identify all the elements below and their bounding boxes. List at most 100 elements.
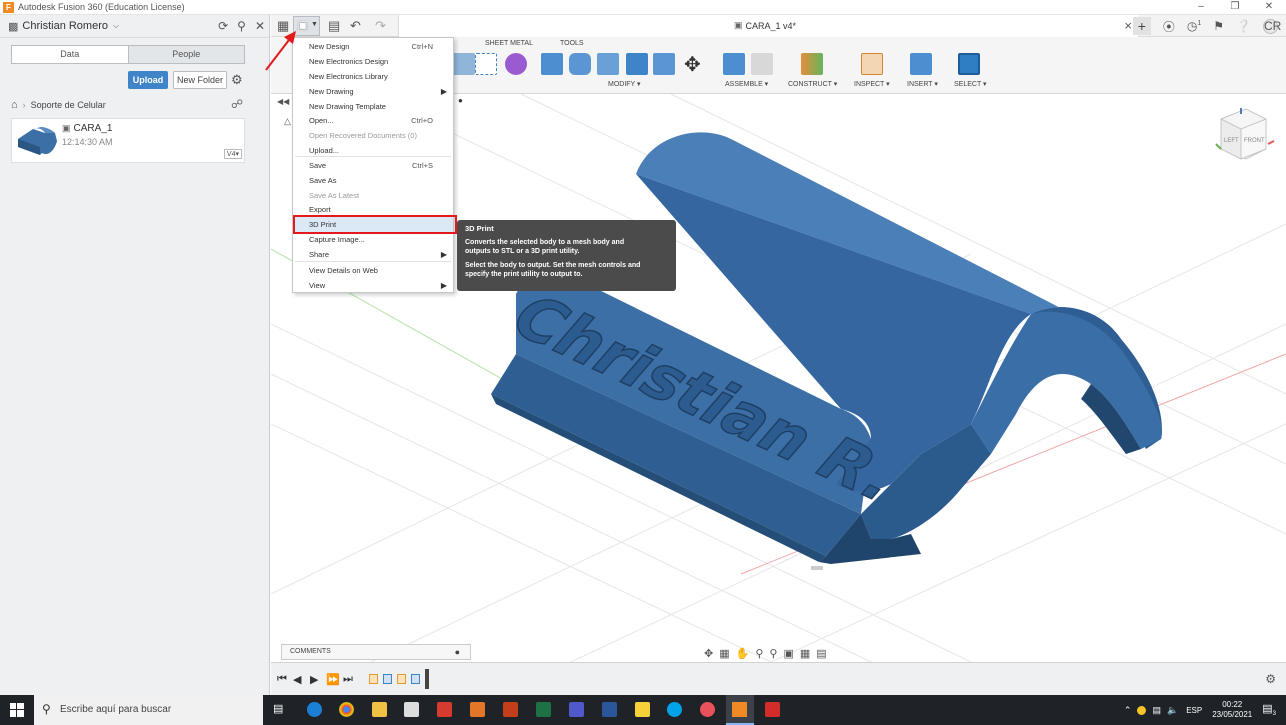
help-icon[interactable]: ❔: [1236, 19, 1251, 33]
sticky-notes-icon[interactable]: [635, 702, 650, 717]
move-icon[interactable]: ✥: [684, 52, 701, 77]
taskbar-clock[interactable]: 00:22 23/05/2021: [1212, 700, 1252, 720]
group-inspect[interactable]: INSPECT ▾: [854, 80, 890, 88]
version-dropdown[interactable]: V4▾: [223, 149, 242, 159]
language-indicator[interactable]: ESP: [1186, 706, 1202, 715]
menu-item-open[interactable]: Open... Ctrl+O: [293, 113, 453, 128]
group-insert[interactable]: INSERT ▾: [907, 80, 938, 88]
menu-item-open-recovered[interactable]: Open Recovered Documents (0): [293, 128, 453, 143]
menu-item-view[interactable]: View ▶: [293, 278, 453, 293]
group-construct[interactable]: CONSTRUCT ▾: [788, 80, 837, 88]
user-hub-dropdown[interactable]: Christian Romero: [22, 20, 108, 32]
extensions-icon[interactable]: ⦿: [1163, 18, 1175, 35]
redo-icon[interactable]: ↷: [375, 18, 386, 34]
viewcube-front-label[interactable]: FRONT: [1244, 138, 1265, 144]
tray-chevron-up-icon[interactable]: ⌃: [1124, 705, 1132, 716]
share-project-icon[interactable]: ☍: [231, 97, 243, 111]
menu-item-new-drawing-template[interactable]: New Drawing Template: [293, 99, 453, 114]
go-to-start-icon[interactable]: ⏮: [277, 673, 287, 686]
notification-center-icon[interactable]: ▤3: [1262, 702, 1276, 717]
select-box-icon[interactable]: [475, 53, 497, 75]
job-status-icon[interactable]: ◷1: [1187, 19, 1201, 33]
comments-panel[interactable]: COMMENTS ●: [281, 644, 471, 660]
tab-sheet-metal[interactable]: SHEET METAL: [485, 40, 533, 47]
excel-icon[interactable]: [536, 702, 551, 717]
press-pull-icon[interactable]: [541, 53, 563, 75]
powerpoint-icon[interactable]: [503, 702, 518, 717]
pan-icon[interactable]: ✋: [736, 647, 750, 660]
menu-item-view-details-web[interactable]: View Details on Web: [293, 263, 453, 278]
minimize-button[interactable]: –: [1184, 0, 1218, 15]
save-icon[interactable]: ▤: [328, 18, 340, 34]
word-icon[interactable]: [602, 702, 617, 717]
viewports-icon[interactable]: ▤: [816, 647, 826, 660]
fillet-icon[interactable]: [569, 53, 591, 75]
step-back-icon[interactable]: ◀: [293, 673, 301, 686]
windows-start-icon[interactable]: [10, 703, 24, 717]
menu-item-new-design[interactable]: New Design Ctrl+N: [293, 39, 453, 54]
viewcube[interactable]: LEFT FRONT: [1215, 108, 1275, 160]
new-component-icon[interactable]: [723, 53, 745, 75]
collapse-browser-icon[interactable]: ◀◀: [277, 97, 289, 106]
grid-settings-icon[interactable]: ▦: [800, 647, 810, 660]
browser-app-icon[interactable]: [700, 702, 715, 717]
go-to-end-icon[interactable]: ⏭: [343, 673, 353, 686]
combine-icon[interactable]: [505, 53, 527, 75]
shell-icon[interactable]: [626, 53, 648, 75]
menu-item-capture-image[interactable]: Capture Image...: [293, 232, 453, 247]
breadcrumb-project[interactable]: Soporte de Celular: [31, 100, 106, 110]
chamfer-icon[interactable]: [597, 53, 619, 75]
notifications-bell-icon[interactable]: ⚑: [1213, 19, 1224, 33]
media-player-icon[interactable]: [470, 702, 485, 717]
viewcube-left-label[interactable]: LEFT: [1224, 138, 1239, 144]
teams-icon[interactable]: [569, 702, 584, 717]
offset-plane-icon[interactable]: [801, 53, 823, 75]
gear-icon[interactable]: ⚙: [231, 72, 243, 88]
chevron-down-icon[interactable]: ⌵: [113, 21, 119, 31]
timeline-feature-sketch[interactable]: [397, 674, 406, 684]
scale-icon[interactable]: [653, 53, 675, 75]
close-window-button[interactable]: ✕: [1252, 0, 1286, 15]
fusion-taskbar-button[interactable]: [726, 695, 754, 725]
step-forward-icon[interactable]: ⏩: [326, 673, 340, 686]
menu-item-new-electronics-library[interactable]: New Electronics Library: [293, 69, 453, 84]
model-body[interactable]: Christian R.: [491, 132, 1162, 564]
avatar[interactable]: CR: [1263, 18, 1281, 34]
search-icon[interactable]: ⚲: [237, 19, 246, 33]
timeline-feature-extrude[interactable]: [383, 674, 392, 684]
group-assemble[interactable]: ASSEMBLE ▾: [725, 80, 768, 88]
tab-tools[interactable]: TOOLS: [560, 40, 584, 47]
file-card[interactable]: ▣ CARA_1 12:14:30 AM V4▾: [11, 118, 245, 163]
timeline-settings-gear-icon[interactable]: ⚙: [1265, 672, 1276, 686]
store-icon[interactable]: [404, 702, 419, 717]
upload-button[interactable]: Upload: [128, 71, 168, 89]
group-modify[interactable]: MODIFY ▾: [608, 80, 641, 88]
timeline-feature-extrude[interactable]: [411, 674, 420, 684]
edge-icon[interactable]: [307, 702, 322, 717]
new-tab-button[interactable]: +: [1132, 17, 1151, 35]
timeline-marker[interactable]: [425, 669, 429, 689]
tab-data[interactable]: Data: [12, 46, 129, 63]
browser-pin-icon[interactable]: ●: [458, 96, 463, 105]
home-icon[interactable]: ⌂: [11, 99, 18, 111]
add-comment-icon[interactable]: ●: [455, 645, 460, 659]
play-icon[interactable]: ▶: [310, 673, 318, 686]
close-tab-icon[interactable]: ×: [1124, 18, 1132, 33]
restore-button[interactable]: ❐: [1218, 0, 1252, 15]
task-view-icon[interactable]: ▤: [273, 702, 288, 717]
look-at-icon[interactable]: ▦: [719, 647, 729, 660]
select-icon[interactable]: [958, 53, 980, 75]
joint-icon[interactable]: [751, 53, 773, 75]
menu-item-save[interactable]: Save Ctrl+S: [293, 158, 453, 173]
document-tab[interactable]: ▣ CARA_1 v4* ×: [398, 15, 1138, 37]
refresh-icon[interactable]: ⟳: [218, 19, 228, 33]
menu-item-save-as[interactable]: Save As: [293, 173, 453, 188]
tray-app-icon[interactable]: [1137, 705, 1147, 715]
camera-app-icon[interactable]: [667, 702, 682, 717]
undo-icon[interactable]: ↶: [350, 18, 361, 34]
new-folder-button[interactable]: New Folder: [173, 71, 227, 89]
menu-item-new-drawing[interactable]: New Drawing ▶: [293, 84, 453, 99]
measure-icon[interactable]: [861, 53, 883, 75]
network-icon[interactable]: ▤: [1152, 705, 1161, 716]
taskbar-search-box[interactable]: ⚲ Escribe aquí para buscar: [34, 695, 263, 725]
